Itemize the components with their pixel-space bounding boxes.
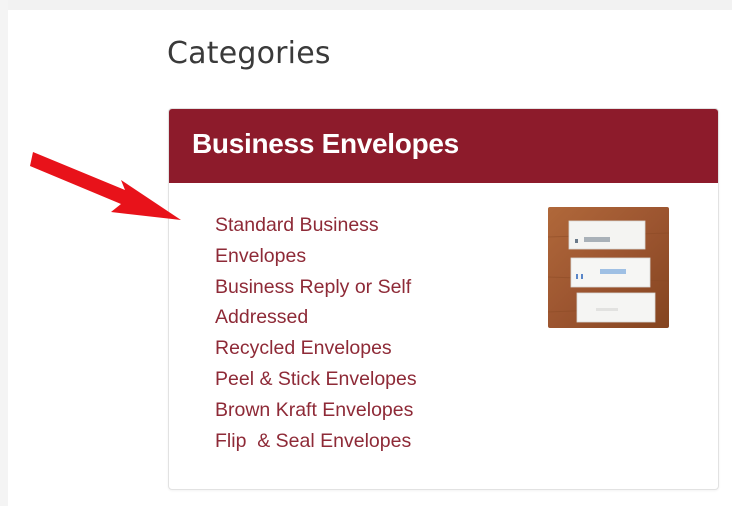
panel-title[interactable]: Business Envelopes: [192, 128, 459, 160]
category-link-list: Standard Business Envelopes Business Rep…: [215, 210, 465, 456]
link-brown-kraft-envelopes[interactable]: Brown Kraft Envelopes: [215, 395, 465, 426]
left-strip: [0, 0, 8, 506]
envelope-photo-svg: [548, 207, 669, 328]
top-strip: [0, 0, 732, 10]
red-arrow-icon: [30, 152, 181, 220]
category-panel: Business Envelopes Standard Business Env…: [168, 108, 719, 490]
link-peel-stick-envelopes[interactable]: Peel & Stick Envelopes: [215, 364, 465, 395]
panel-header: Business Envelopes: [169, 109, 718, 183]
link-recycled-envelopes[interactable]: Recycled Envelopes: [215, 333, 465, 364]
link-standard-business-envelopes[interactable]: Standard Business Envelopes: [215, 210, 465, 272]
link-business-reply-envelopes[interactable]: Business Reply or Self Addressed: [215, 272, 465, 334]
categories-heading: Categories: [167, 36, 331, 71]
link-flip-seal-envelopes[interactable]: Flip & Seal Envelopes: [215, 426, 465, 457]
envelope-photo-icon[interactable]: [548, 207, 669, 328]
